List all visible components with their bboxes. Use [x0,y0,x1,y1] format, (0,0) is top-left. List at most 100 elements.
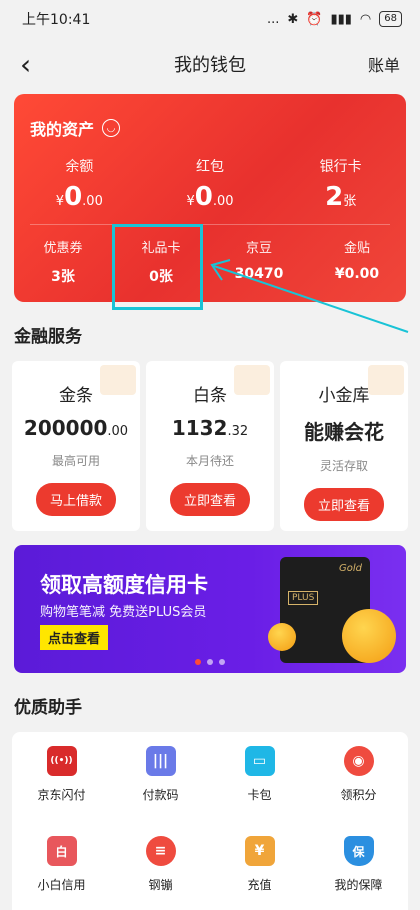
wifi-icon: ◠ [359,11,372,27]
helper-label: 充值 [247,878,272,892]
barcode-icon: ||| [145,746,176,776]
asset-red-packet[interactable]: 红包 ¥0.00 [145,156,276,212]
banner-title: 领取高额度信用卡 [40,573,208,597]
borrow-button[interactable]: 马上借款 [35,483,116,516]
asset-value: 3张 [51,269,75,285]
helper-card-wallet[interactable]: ▭ 卡包 [210,746,309,836]
annotation-highlight-box [112,224,203,310]
finance-card-baitiao[interactable]: 白条 1132.32 本月待还 立即查看 [146,361,274,531]
finance-value: 能赚会花 [280,416,408,445]
finance-int: 能赚会花 [304,420,384,444]
credit-card-banner[interactable]: 领取高额度信用卡 购物笔笔减 免费送PLUS会员 点击查看 Gold PLUS [14,545,406,673]
helper-recharge[interactable]: ¥ 充值 [210,836,309,910]
asset-value: 2张 [275,182,406,212]
helper-label: 钢镚 [148,878,173,892]
icon-glyph: ((•)) [50,756,73,766]
asset-dec: .00 [82,194,103,209]
icon-glyph: ||| [152,753,169,769]
icon-glyph: 白 [55,844,68,859]
annotation-arrow [210,259,409,333]
status-bar: 上午10:41 ... ✱ ⏰ ▮▮▮ ◠ 68 [0,0,420,38]
asset-int: 2 [325,182,344,212]
finance-card-xiaojinku[interactable]: 小金库 能赚会花 灵活存取 立即查看 [280,361,408,531]
nav-bar: ‹ 我的钱包 账单 [0,38,420,90]
banner-subtitle: 购物笔笔减 免费送PLUS会员 [40,605,207,620]
assets-title: 我的资产 [30,120,95,139]
bluetooth-icon: ✱ [287,11,299,27]
carousel-dot[interactable] [219,659,225,665]
assets-top-row: 余额 ¥0.00 红包 ¥0.00 银行卡 2张 [14,156,406,212]
finance-dec: .32 [227,424,249,439]
asset-int: 0 [194,182,213,212]
coin-icon [342,609,396,663]
gold-bar-icon [100,365,136,395]
battery-icon: 68 [379,11,402,27]
status-time: 上午10:41 [22,12,91,28]
asset-coupon[interactable]: 优惠券 3张 [14,237,112,286]
asset-dec: 张 [343,194,357,209]
asset-label: 银行卡 [319,159,362,175]
card-brand-text: Gold [339,563,362,574]
view-now-button[interactable]: 立即查看 [303,488,384,521]
notification-dots-icon: ... [266,11,280,27]
assets-header: 我的资产 ◡ [14,94,406,140]
helper-pay-code[interactable]: ||| 付款码 [111,746,210,836]
smile-icon[interactable]: ◡ [102,119,121,137]
asset-bank-card[interactable]: 银行卡 2张 [275,156,406,212]
asset-label: 余额 [65,159,94,175]
helpers-section-title: 优质助手 [14,698,82,718]
helper-label: 我的保障 [334,878,383,892]
helper-label: 领积分 [340,788,377,802]
finance-sub: 最高可用 [51,454,100,468]
finance-sub: 灵活存取 [319,459,368,473]
carousel-dot[interactable] [207,659,213,665]
finance-int: 1132 [171,416,228,440]
plus-badge: PLUS [288,591,319,605]
back-button[interactable]: ‹ [20,48,60,81]
icon-glyph: ≡ [154,843,167,859]
asset-label: 红包 [196,159,224,175]
ticket-icon [234,365,270,395]
helper-jd-pay[interactable]: ((•)) 京东闪付 [12,746,111,836]
finance-int: 200000 [23,416,108,440]
helper-insurance[interactable]: 保 我的保障 [309,836,408,910]
divider [30,224,390,225]
coin-icon [268,623,296,651]
helper-credit-score[interactable]: 白 小白信用 [12,836,111,910]
helper-label: 京东闪付 [37,788,86,802]
helper-points[interactable]: ◉ 领积分 [309,746,408,836]
helper-label: 付款码 [142,788,179,802]
currency-symbol: ¥ [186,194,195,209]
finance-card-jintiao[interactable]: 金条 200000.00 最高可用 马上借款 [12,361,140,531]
asset-dec: .00 [212,194,234,209]
carousel-dots [14,659,406,665]
page-title: 我的钱包 [174,55,246,76]
carousel-dot-active[interactable] [195,659,201,665]
asset-int: 0 [64,182,83,212]
recharge-icon: ¥ [244,836,275,866]
money-bag-icon [368,365,404,395]
finance-sub: 本月待还 [185,454,234,468]
helper-coin-stack[interactable]: ≡ 钢镚 [111,836,210,910]
nfc-pay-icon: ((•)) [46,746,77,776]
bill-button[interactable]: 账单 [360,52,400,76]
view-now-button[interactable]: 立即查看 [169,483,250,516]
finance-dec: .00 [107,424,129,439]
currency-symbol: ¥ [55,194,65,209]
icon-glyph: 保 [352,844,365,859]
asset-label: 优惠券 [43,241,83,256]
asset-value: ¥0.00 [145,182,276,212]
credit-score-icon: 白 [46,836,77,866]
banner-button[interactable]: 点击查看 [40,625,109,650]
status-icons: ... ✱ ⏰ ▮▮▮ ◠ 68 [267,11,402,27]
asset-balance[interactable]: 余额 ¥0.00 [14,156,145,212]
finance-cards: 金条 200000.00 最高可用 马上借款 白条 1132.32 本月待还 立… [12,361,408,531]
icon-glyph: ¥ [254,843,265,859]
icon-glyph: ▭ [252,753,267,769]
alarm-icon: ⏰ [306,11,323,27]
helper-label: 卡包 [247,788,272,802]
card-wallet-icon: ▭ [244,746,275,776]
icon-glyph: ◉ [352,753,365,769]
coin-stack-icon: ≡ [145,836,176,866]
helpers-grid: ((•)) 京东闪付 ||| 付款码 ▭ 卡包 ◉ 领积分 白 小白信用 ≡ 钢… [12,732,408,910]
